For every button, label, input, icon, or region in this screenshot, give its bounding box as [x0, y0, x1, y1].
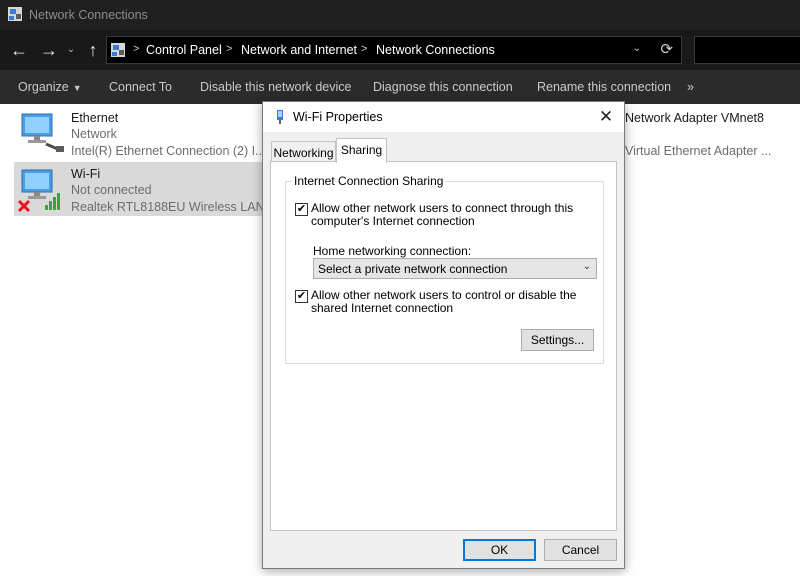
internet-connection-sharing-group: Internet Connection Sharing ✔ Allow othe… — [285, 174, 604, 364]
breadcrumb-separator-icon[interactable]: > — [226, 43, 232, 55]
window-titlebar: Network Connections — [0, 0, 800, 30]
connect-to-button[interactable]: Connect To — [109, 80, 172, 94]
cancel-button[interactable]: Cancel — [544, 539, 617, 561]
adapter-name: Network Adapter VMnet8 — [625, 111, 764, 125]
window-title: Network Connections — [29, 8, 148, 22]
adapter-name: Wi-Fi — [71, 167, 101, 181]
caret-down-icon: ▼ — [72, 83, 82, 93]
organize-button[interactable]: Organize ▼ — [18, 80, 82, 94]
dialog-title: Wi-Fi Properties — [293, 110, 383, 124]
breadcrumb-network-connections[interactable]: Network Connections — [376, 43, 495, 57]
adapter-device: Virtual Ethernet Adapter ... — [625, 144, 772, 158]
diagnose-connection-button[interactable]: Diagnose this connection — [373, 80, 513, 94]
allow-control-label-line2[interactable]: shared Internet connection — [311, 302, 453, 315]
chevron-down-icon: ⌄ — [582, 261, 591, 272]
more-commands-button[interactable]: » — [687, 80, 694, 94]
refresh-icon[interactable]: ⟳ — [660, 40, 673, 58]
address-dropdown-chevron-icon[interactable]: ⌄ — [633, 43, 641, 54]
wifi-adapter-icon — [17, 169, 60, 212]
group-title: Internet Connection Sharing — [292, 174, 446, 188]
settings-button[interactable]: Settings... — [521, 329, 594, 351]
sharing-tab-panel: Internet Connection Sharing ✔ Allow othe… — [270, 161, 617, 531]
adapter-ethernet[interactable]: Ethernet Network Intel(R) Ethernet Conne… — [14, 106, 266, 160]
close-icon[interactable]: ✕ — [592, 105, 620, 129]
rename-connection-button[interactable]: Rename this connection — [537, 80, 671, 94]
address-input[interactable]: > Control Panel > Network and Internet >… — [106, 36, 682, 64]
organize-label: Organize — [18, 80, 69, 94]
adapter-wifi[interactable]: Wi-Fi Not connected Realtek RTL8188EU Wi… — [14, 162, 285, 216]
dialog-titlebar[interactable]: Wi-Fi Properties ✕ — [263, 102, 624, 132]
address-bar-area: ← → ⌄ ↑ > Control Panel > Network and In… — [0, 30, 800, 70]
breadcrumb-control-panel[interactable]: Control Panel — [146, 43, 222, 57]
adapter-name: Ethernet — [71, 111, 119, 125]
breadcrumb-network-and-internet[interactable]: Network and Internet — [241, 43, 357, 57]
home-networking-select[interactable]: Select a private network connection ⌄ — [313, 258, 597, 279]
back-arrow-icon[interactable]: ← — [6, 39, 32, 61]
tab-networking[interactable]: Networking — [271, 141, 336, 162]
wifi-properties-icon — [277, 110, 283, 124]
tab-sharing[interactable]: Sharing — [336, 138, 387, 163]
adapter-device: Intel(R) Ethernet Connection (2) I... — [71, 144, 266, 158]
adapter-status: Network — [71, 127, 117, 141]
breadcrumb-separator-icon[interactable]: > — [133, 43, 139, 55]
allow-connect-label-line2[interactable]: computer's Internet connection — [311, 215, 475, 228]
adapter-status: Not connected — [71, 183, 152, 197]
ethernet-adapter-icon — [21, 113, 64, 152]
network-connections-icon — [8, 7, 22, 21]
command-bar: Organize ▼ Connect To Disable this networ… — [0, 70, 800, 104]
allow-control-checkbox[interactable]: ✔ — [295, 290, 308, 303]
network-connections-icon — [111, 43, 125, 57]
allow-connect-checkbox[interactable]: ✔ — [295, 203, 308, 216]
search-input[interactable] — [694, 36, 800, 64]
disable-device-button[interactable]: Disable this network device — [200, 80, 351, 94]
home-networking-label: Home networking connection: — [313, 244, 472, 258]
select-value: Select a private network connection — [318, 262, 508, 276]
breadcrumb-separator-icon[interactable]: > — [361, 43, 367, 55]
adapter-device: Realtek RTL8188EU Wireless LAN 8... — [71, 200, 286, 214]
up-arrow-icon[interactable]: ↑ — [82, 39, 104, 61]
wifi-properties-dialog: Wi-Fi Properties ✕ Networking Sharing In… — [262, 101, 625, 569]
ok-button[interactable]: OK — [463, 539, 536, 561]
recent-locations-chevron-icon[interactable]: ⌄ — [64, 39, 78, 61]
forward-arrow-icon[interactable]: → — [36, 39, 62, 61]
